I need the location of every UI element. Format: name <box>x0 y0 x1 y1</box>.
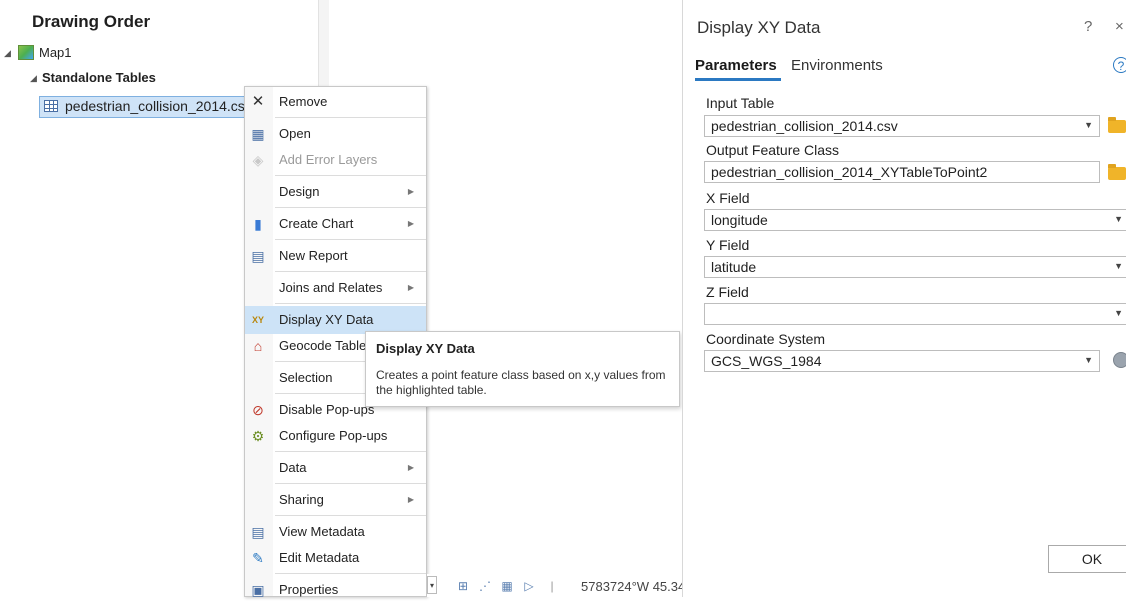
y-field-label: Y Field <box>706 237 750 253</box>
input-table-label: Input Table <box>706 95 775 111</box>
menu-item-display-xy-data[interactable]: XY Display XY Data <box>245 306 426 334</box>
scale-dropdown[interactable]: ▾ <box>427 576 437 594</box>
tooltip-body: Creates a point feature class based on x… <box>376 368 666 397</box>
menu-item-open[interactable]: ▦ Open <box>245 120 426 148</box>
tab-parameters[interactable]: Parameters <box>695 57 777 74</box>
output-feature-class-label: Output Feature Class <box>706 142 840 158</box>
menu-item-new-report[interactable]: ▤ New Report <box>245 242 426 270</box>
map-icon <box>18 45 34 60</box>
menu-item-data[interactable]: Data ▶ <box>245 454 426 482</box>
input-table-select[interactable]: pedestrian_collision_2014.csv ▼ <box>704 115 1100 137</box>
submenu-arrow-icon: ▶ <box>407 219 414 228</box>
menu-item-design[interactable]: Design ▶ <box>245 178 426 206</box>
table-view-icon[interactable]: ▦ <box>500 579 514 593</box>
active-tab-indicator <box>695 78 781 81</box>
submenu-arrow-icon: ▶ <box>407 495 414 504</box>
coordinate-system-label: Coordinate System <box>706 331 826 347</box>
x-field-label: X Field <box>706 190 750 206</box>
submenu-arrow-icon: ▶ <box>407 463 414 472</box>
output-feature-class-field[interactable]: pedestrian_collision_2014_XYTableToPoint… <box>704 161 1100 183</box>
chevron-down-icon: ▼ <box>1114 308 1123 318</box>
divider-icon: | <box>550 579 554 593</box>
menu-item-add-error-layers[interactable]: ◈ Add Error Layers <box>245 146 426 174</box>
drawing-order-heading: Drawing Order <box>32 12 151 31</box>
tab-environments[interactable]: Environments <box>791 57 883 74</box>
table-icon <box>44 100 58 112</box>
map-collapse-icon[interactable]: ◢ <box>4 48 11 59</box>
folder-icon[interactable] <box>1108 117 1126 133</box>
report-icon: ▤ <box>251 248 265 264</box>
y-field-select[interactable]: latitude ▼ <box>704 256 1126 278</box>
house-icon: ⌂ <box>253 338 263 354</box>
chevron-down-icon: ▼ <box>1084 120 1093 130</box>
tool-title: Display XY Data <box>697 18 821 37</box>
pencil-icon: ✎ <box>252 550 264 566</box>
tooltip-title: Display XY Data <box>376 341 475 356</box>
menu-item-view-metadata[interactable]: ▤ View Metadata <box>245 518 426 546</box>
disable-popup-icon: ⊘ <box>252 402 264 418</box>
standalone-tables-label[interactable]: Standalone Tables <box>42 70 156 85</box>
table-item-label[interactable]: pedestrian_collision_2014.csv <box>65 98 247 114</box>
menu-item-properties[interactable]: ▣ Properties <box>245 576 426 604</box>
menu-item-create-chart[interactable]: ▮ Create Chart ▶ <box>245 210 426 238</box>
submenu-arrow-icon: ▶ <box>407 187 414 196</box>
properties-icon: ▣ <box>251 582 265 598</box>
chevron-down-icon: ▼ <box>1114 214 1123 224</box>
submenu-arrow-icon: ▶ <box>407 283 414 292</box>
xy-icon: XY <box>251 315 264 325</box>
chevron-down-icon: ▼ <box>1084 355 1093 365</box>
x-field-select[interactable]: longitude ▼ <box>704 209 1126 231</box>
map-layer-label[interactable]: Map1 <box>39 45 72 60</box>
menu-item-configure-popups[interactable]: ⚙ Configure Pop-ups <box>245 422 426 450</box>
ok-button[interactable]: OK <box>1048 545 1126 573</box>
menu-item-sharing[interactable]: Sharing ▶ <box>245 486 426 514</box>
menu-item-remove[interactable]: ✕ Remove <box>245 88 426 116</box>
chevron-down-icon: ▼ <box>1114 261 1123 271</box>
coordinate-readout: 5783724°W 45.346 <box>581 579 693 594</box>
document-icon: ▤ <box>251 524 265 540</box>
folder-icon[interactable] <box>1108 164 1126 180</box>
z-field-select[interactable]: ▼ <box>704 303 1126 325</box>
help-button[interactable]: ? <box>1084 18 1092 35</box>
configure-popup-icon: ⚙ <box>251 428 265 444</box>
help-info-icon[interactable]: ? <box>1113 57 1126 73</box>
tooltip: Display XY Data Creates a point feature … <box>365 331 680 407</box>
coordinate-system-select[interactable]: GCS_WGS_1984 ▼ <box>704 350 1100 372</box>
table-icon: ▦ <box>251 126 265 142</box>
z-field-label: Z Field <box>706 284 749 300</box>
layers-icon: ◈ <box>252 152 264 168</box>
bar-chart-icon: ▮ <box>254 216 262 232</box>
standalone-collapse-icon[interactable]: ◢ <box>30 73 37 84</box>
menu-item-edit-metadata[interactable]: ✎ Edit Metadata <box>245 544 426 572</box>
snapping-icon[interactable]: ⋰ <box>478 579 492 593</box>
close-button[interactable]: × <box>1115 18 1124 35</box>
grid-icon[interactable]: ⊞ <box>456 579 470 593</box>
globe-icon[interactable] <box>1113 352 1126 368</box>
menu-item-joins-relates[interactable]: Joins and Relates ▶ <box>245 274 426 302</box>
close-icon: ✕ <box>251 93 265 110</box>
navigation-icon[interactable]: ▷ <box>522 579 536 593</box>
